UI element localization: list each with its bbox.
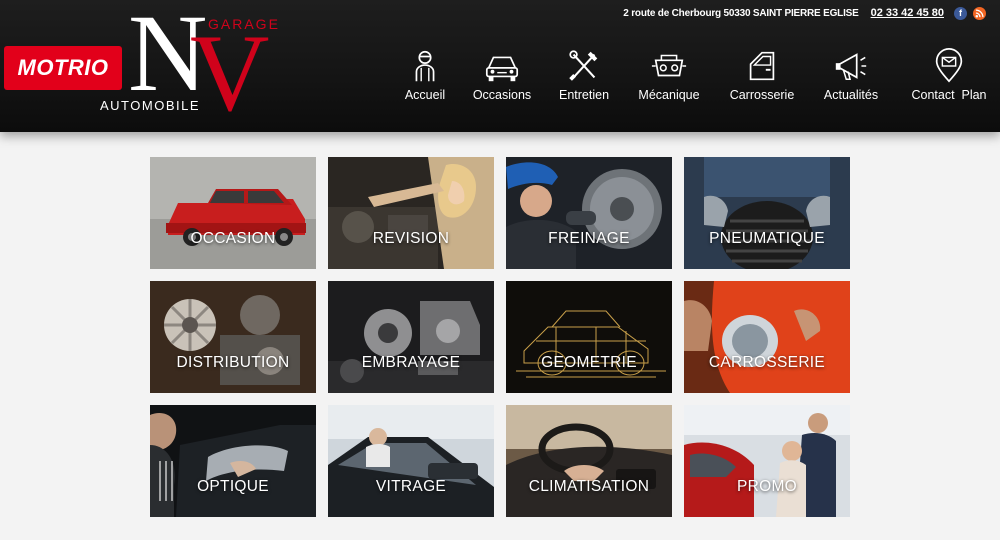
tile-label: FREINAGE: [548, 230, 630, 247]
tile-label: EMBRAYAGE: [361, 354, 461, 371]
nav-label: Actualités: [823, 88, 879, 102]
nav-label: Accueil: [404, 88, 446, 102]
nav-item-carrosserie[interactable]: Carrosserie: [717, 48, 807, 102]
brake-disc-mechanic-photo: [506, 157, 672, 269]
rss-icon[interactable]: [973, 6, 986, 20]
tile-pneumatique[interactable]: PNEUMATIQUE: [684, 157, 850, 269]
map-pin-mail-icon: [935, 48, 963, 83]
tile-vitrage[interactable]: VITRAGE: [328, 405, 494, 517]
rss-glyph-icon: [975, 8, 984, 17]
car-door-icon: [749, 51, 775, 81]
car-front-icon: [485, 56, 519, 82]
tile-label: GEOMETRIE: [541, 354, 637, 371]
red-hatchback-photo: [150, 157, 316, 269]
tile-label: OCCASION: [190, 230, 276, 247]
tile-geometrie[interactable]: GEOMETRIE: [506, 281, 672, 393]
tile-freinage[interactable]: FREINAGE: [506, 157, 672, 269]
tools-icon: [569, 50, 598, 81]
nav-label: Mécanique: [638, 88, 700, 102]
tile-label: OPTIQUE: [197, 478, 269, 495]
mechanic-icon: [415, 50, 435, 82]
nav-label: Contact Plan: [911, 88, 987, 102]
tile-label: CARROSSERIE: [708, 354, 826, 371]
nav-item-entretien[interactable]: Entretien: [539, 48, 629, 102]
nav-label: Entretien: [558, 88, 610, 102]
nav-item-actualites[interactable]: Actualités: [806, 48, 896, 102]
tile-label: PNEUMATIQUE: [709, 230, 825, 247]
tile-label: DISTRIBUTION: [176, 354, 290, 371]
tile-label: REVISION: [372, 230, 450, 247]
main-nav: Accueil Occasions Entretien Mécanique Ca…: [0, 48, 1000, 108]
engine-icon: [651, 54, 687, 77]
facebook-icon[interactable]: f: [954, 6, 967, 20]
tile-climatisation[interactable]: CLIMATISATION: [506, 405, 672, 517]
engine-timing-belt-photo: [150, 281, 316, 393]
site-header: MOTRIO N V GARAGE AUTOMOBILE 2 route de …: [0, 0, 1000, 132]
megaphone-icon: [835, 53, 867, 81]
nav-item-occasions[interactable]: Occasions: [457, 48, 547, 102]
tile-embrayage[interactable]: EMBRAYAGE: [328, 281, 494, 393]
tile-optique[interactable]: OPTIQUE: [150, 405, 316, 517]
mechanic-engine-bay-photo: [328, 157, 494, 269]
tile-revision[interactable]: REVISION: [328, 157, 494, 269]
nav-item-contact-plan[interactable]: Contact Plan: [902, 48, 996, 102]
tile-carrosserie[interactable]: CARROSSERIE: [684, 281, 850, 393]
tire-gloves-photo: [684, 157, 850, 269]
tile-label: VITRAGE: [375, 478, 447, 495]
tile-occasion[interactable]: OCCASION: [150, 157, 316, 269]
headlight-polishing-photo: [150, 405, 316, 517]
nav-label: Carrosserie: [729, 88, 795, 102]
address-text: 2 route de Cherbourg 50330 SAINT PIERRE …: [623, 7, 859, 19]
nav-item-mecanique[interactable]: Mécanique: [624, 48, 714, 102]
clutch-parts-photo: [328, 281, 494, 393]
logo-garage-text: GARAGE: [208, 16, 280, 32]
tile-promo[interactable]: PROMO: [684, 405, 850, 517]
windshield-showroom-photo: [328, 405, 494, 517]
tile-distribution[interactable]: DISTRIBUTION: [150, 281, 316, 393]
services-grid: OCCASION REVISION FREINAGE PNEUMATIQUE D…: [150, 157, 852, 517]
car-dashboard-vent-photo: [506, 405, 672, 517]
tile-label: PROMO: [736, 478, 798, 495]
nav-label: Occasions: [472, 88, 532, 102]
contact-topbar: 2 route de Cherbourg 50330 SAINT PIERRE …: [623, 5, 986, 21]
phone-link[interactable]: 02 33 42 45 80: [871, 7, 944, 19]
red-car-bodywork-photo: [684, 281, 850, 393]
couple-new-car-photo: [684, 405, 850, 517]
wireframe-car-photo: [506, 281, 672, 393]
tile-label: CLIMATISATION: [528, 478, 650, 495]
